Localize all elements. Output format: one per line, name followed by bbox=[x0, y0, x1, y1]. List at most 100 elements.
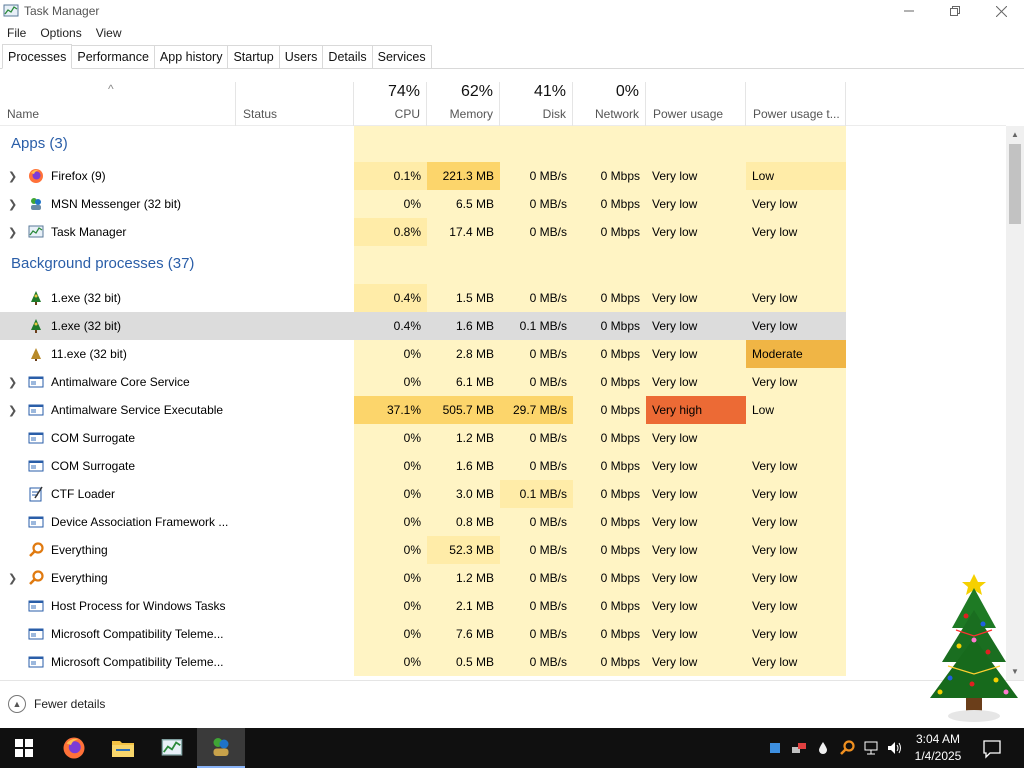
tray-network-share-icon[interactable] bbox=[790, 741, 808, 755]
network-value: 0 Mbps bbox=[573, 424, 646, 452]
menu-view[interactable]: View bbox=[96, 26, 122, 40]
network-value: 0 Mbps bbox=[573, 452, 646, 480]
taskbar-firefox[interactable] bbox=[50, 728, 98, 768]
column-power-usage[interactable]: Power usage bbox=[646, 82, 746, 126]
minimize-button[interactable] bbox=[886, 0, 932, 22]
taskbar-clock[interactable]: 3:04 AM 1/4/2025 bbox=[904, 731, 972, 765]
table-row[interactable]: ❯ Firefox (9) 0.1% 221.3 MB 0 MB/s 0 Mbp… bbox=[0, 162, 1006, 190]
menu-options[interactable]: Options bbox=[40, 26, 81, 40]
taskbar-msn-messenger[interactable] bbox=[197, 728, 245, 768]
table-row[interactable]: COM Surrogate 0% 1.6 MB 0 MB/s 0 Mbps Ve… bbox=[0, 452, 1006, 480]
process-name: Device Association Framework ... bbox=[51, 515, 229, 529]
start-button[interactable] bbox=[0, 728, 48, 768]
task-manager-icon bbox=[28, 225, 44, 238]
process-name: 1.exe (32 bit) bbox=[51, 291, 122, 305]
expand-chevron-icon[interactable]: ❯ bbox=[8, 190, 17, 218]
power-trend-value: Very low bbox=[746, 284, 846, 312]
action-center-button[interactable] bbox=[980, 736, 1004, 760]
table-row[interactable]: Microsoft Compatibility Teleme... 0% 7.6… bbox=[0, 620, 1006, 648]
taskbar-task-manager[interactable] bbox=[148, 728, 196, 768]
expand-chevron-icon[interactable]: ❯ bbox=[8, 368, 17, 396]
everything-search-icon bbox=[29, 542, 44, 557]
cpu-value: 0.4% bbox=[354, 284, 427, 312]
firefox-icon bbox=[63, 737, 85, 759]
folder-icon bbox=[112, 741, 134, 757]
service-icon bbox=[28, 460, 44, 472]
column-network[interactable]: 0% Network bbox=[573, 82, 646, 126]
service-icon bbox=[28, 628, 44, 640]
expand-chevron-icon[interactable]: ❯ bbox=[8, 396, 17, 424]
cpu-value: 0% bbox=[354, 368, 427, 396]
tab-app-history[interactable]: App history bbox=[153, 45, 229, 68]
service-icon bbox=[28, 432, 44, 444]
expand-chevron-icon[interactable]: ❯ bbox=[8, 162, 17, 190]
clock-time: 3:04 AM bbox=[915, 732, 961, 746]
tab-services[interactable]: Services bbox=[371, 45, 432, 68]
tab-performance[interactable]: Performance bbox=[71, 45, 155, 68]
disk-value: 0 MB/s bbox=[500, 368, 573, 396]
cpu-value: 0.8% bbox=[354, 218, 427, 246]
expand-chevron-icon[interactable]: ❯ bbox=[8, 218, 17, 246]
process-name: Antimalware Core Service bbox=[51, 375, 190, 389]
table-row-selected[interactable]: 1.exe (32 bit) 0.4% 1.6 MB 0.1 MB/s 0 Mb… bbox=[0, 312, 1006, 340]
table-row[interactable]: 11.exe (32 bit) 0% 2.8 MB 0 MB/s 0 Mbps … bbox=[0, 340, 1006, 368]
memory-value: 0.8 MB bbox=[427, 508, 500, 536]
menu-file[interactable]: File bbox=[7, 26, 26, 40]
taskbar: 3:04 AM 1/4/2025 bbox=[0, 728, 1024, 768]
column-power-usage-trend[interactable]: Power usage t... bbox=[746, 82, 846, 126]
tray-network-icon[interactable] bbox=[862, 741, 880, 755]
column-memory[interactable]: 62% Memory bbox=[427, 82, 500, 126]
table-row[interactable]: ❯ Antimalware Service Executable 37.1% 5… bbox=[0, 396, 1006, 424]
table-row[interactable]: Host Process for Windows Tasks 0% 2.1 MB… bbox=[0, 592, 1006, 620]
column-name[interactable]: ^ Name bbox=[0, 82, 236, 126]
table-row[interactable]: ❯ MSN Messenger (32 bit) 0% 6.5 MB 0 MB/… bbox=[0, 190, 1006, 218]
tab-users[interactable]: Users bbox=[278, 45, 324, 68]
power-trend-value: Very low bbox=[746, 218, 846, 246]
column-status[interactable]: Status bbox=[236, 82, 354, 126]
table-row[interactable]: CTF Loader 0% 3.0 MB 0.1 MB/s 0 Mbps Ver… bbox=[0, 480, 1006, 508]
expand-chevron-icon[interactable]: ❯ bbox=[8, 564, 17, 592]
tab-startup[interactable]: Startup bbox=[227, 45, 280, 68]
close-button[interactable] bbox=[978, 0, 1024, 22]
tree-app-icon bbox=[31, 291, 41, 305]
table-row[interactable]: 1.exe (32 bit) 0.4% 1.5 MB 0 MB/s 0 Mbps… bbox=[0, 284, 1006, 312]
process-name: Antimalware Service Executable bbox=[51, 403, 224, 417]
table-row[interactable]: COM Surrogate 0% 1.2 MB 0 MB/s 0 Mbps Ve… bbox=[0, 424, 1006, 452]
table-row[interactable]: ❯ Antimalware Core Service 0% 6.1 MB 0 M… bbox=[0, 368, 1006, 396]
network-value: 0 Mbps bbox=[573, 480, 646, 508]
tab-processes[interactable]: Processes bbox=[2, 44, 73, 69]
column-header: ^ Name Status 74% CPU 62% Memory 41% Dis… bbox=[0, 82, 1006, 126]
taskbar-file-explorer[interactable] bbox=[99, 728, 147, 768]
scroll-up-icon[interactable]: ▲ bbox=[1006, 126, 1024, 143]
power-value: Very low bbox=[646, 340, 746, 368]
power-trend-value: Very low bbox=[746, 190, 846, 218]
fewer-details-button[interactable]: ▲ Fewer details bbox=[8, 695, 105, 713]
service-icon bbox=[28, 600, 44, 612]
restore-button[interactable] bbox=[932, 0, 978, 22]
everything-search-icon bbox=[29, 570, 44, 585]
network-total: 0% bbox=[615, 83, 639, 100]
tray-volume-icon[interactable] bbox=[886, 741, 904, 755]
memory-value: 6.1 MB bbox=[427, 368, 500, 396]
memory-value: 17.4 MB bbox=[427, 218, 500, 246]
tray-defender-icon[interactable] bbox=[766, 742, 784, 754]
group-title-background: Background processes (37) bbox=[11, 255, 195, 272]
network-value: 0 Mbps bbox=[600, 319, 640, 333]
power-value: Very low bbox=[646, 620, 746, 648]
network-value: 0 Mbps bbox=[573, 340, 646, 368]
table-row[interactable]: ❯ Task Manager 0.8% 17.4 MB 0 MB/s 0 Mbp… bbox=[0, 218, 1006, 246]
tab-details[interactable]: Details bbox=[322, 45, 373, 68]
tray-everything-search-icon[interactable] bbox=[838, 740, 856, 756]
group-header-apps[interactable]: Apps (3) bbox=[0, 126, 1006, 162]
table-row[interactable]: ❯ Everything 0% 1.2 MB 0 MB/s 0 Mbps Ver… bbox=[0, 564, 1006, 592]
tray-drop-icon[interactable] bbox=[814, 741, 832, 755]
power-trend-value: Very low bbox=[746, 480, 846, 508]
column-cpu[interactable]: 74% CPU bbox=[354, 82, 427, 126]
table-row[interactable]: Device Association Framework ... 0% 0.8 … bbox=[0, 508, 1006, 536]
scrollbar-thumb[interactable] bbox=[1009, 144, 1021, 224]
column-disk[interactable]: 41% Disk bbox=[500, 82, 573, 126]
table-row[interactable]: Everything 0% 52.3 MB 0 MB/s 0 Mbps Very… bbox=[0, 536, 1006, 564]
process-name: MSN Messenger (32 bit) bbox=[51, 197, 182, 211]
group-header-background[interactable]: Background processes (37) bbox=[0, 246, 1006, 284]
table-row[interactable]: Microsoft Compatibility Teleme... 0% 0.5… bbox=[0, 648, 1006, 676]
